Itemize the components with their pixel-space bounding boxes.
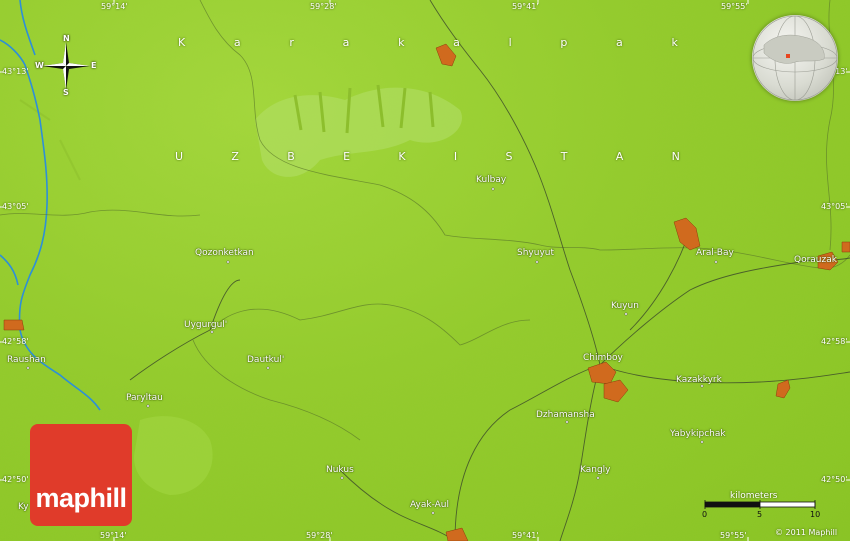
compass-north-label: N bbox=[63, 34, 70, 43]
globe-locator-icon[interactable] bbox=[752, 15, 838, 101]
place-label-paryltau[interactable]: Paryltau bbox=[126, 393, 163, 403]
region-letter: N bbox=[671, 150, 680, 163]
scale-tick-5: 5 bbox=[757, 510, 763, 519]
coord-left-3: 42°58' bbox=[2, 337, 29, 346]
region-letter: a bbox=[342, 36, 350, 49]
region-letter: k bbox=[671, 36, 678, 49]
coord-left-2: 43°05' bbox=[2, 202, 29, 211]
coord-left-1: 43°13' bbox=[2, 67, 29, 76]
town-area bbox=[3, 319, 25, 331]
scale-tick-10: 10 bbox=[810, 510, 821, 519]
region-letter: I bbox=[453, 150, 458, 163]
coord-bottom-4: 59°55' bbox=[720, 531, 747, 540]
place-label-kuyun[interactable]: Kuyun bbox=[611, 301, 639, 311]
place-label-shyuyut[interactable]: Shyuyut bbox=[517, 248, 554, 258]
region-letter: a bbox=[233, 36, 241, 49]
coord-top-1: 59°14' bbox=[101, 2, 128, 11]
place-label-raushan[interactable]: Raushan bbox=[7, 355, 46, 365]
region-letter: k bbox=[398, 36, 405, 49]
town-area bbox=[841, 241, 850, 253]
region-letter: p bbox=[560, 36, 568, 49]
place-label-qorauzak[interactable]: Qorauzak bbox=[794, 255, 837, 265]
place-label-ky[interactable]: Ky bbox=[18, 502, 29, 512]
region-letter: T bbox=[560, 150, 568, 163]
place-label-dzhamansha[interactable]: Dzhamansha bbox=[536, 410, 595, 420]
globe-graphic bbox=[752, 15, 838, 101]
maphill-logo[interactable]: maphill bbox=[30, 424, 132, 526]
place-label-kulbay[interactable]: Kulbay bbox=[476, 175, 506, 185]
compass-south-label: S bbox=[63, 88, 69, 97]
coord-right-2: 43°05' bbox=[821, 202, 848, 211]
place-label-uygurgul[interactable]: Uygurgul' bbox=[184, 320, 227, 330]
region-letter: B bbox=[287, 150, 295, 163]
region-letter: K bbox=[398, 150, 406, 163]
coord-top-3: 59°41' bbox=[512, 2, 539, 11]
region-letter: U bbox=[175, 150, 184, 163]
place-label-kangly[interactable]: Kangly bbox=[580, 465, 611, 475]
place-label-kazakkyrk[interactable]: Kazakkyrk bbox=[676, 375, 722, 385]
region-letter: l bbox=[508, 36, 512, 49]
region-letter: r bbox=[289, 36, 294, 49]
region-letter: S bbox=[505, 150, 513, 163]
coord-top-2: 59°28' bbox=[310, 2, 337, 11]
region-label-uzbekistan: UZBEKISTAN bbox=[175, 150, 680, 163]
place-label-dautkul[interactable]: Dautkul' bbox=[247, 355, 284, 365]
scale-tick-0: 0 bbox=[702, 510, 708, 519]
region-letter: a bbox=[616, 36, 623, 49]
region-letter: K bbox=[178, 36, 186, 49]
location-marker bbox=[786, 54, 790, 58]
coord-right-3: 42°58' bbox=[821, 337, 848, 346]
coord-top-4: 59°55' bbox=[721, 2, 748, 11]
logo-text: maphill bbox=[35, 483, 127, 513]
region-letter: Z bbox=[231, 150, 239, 163]
coord-left-4: 42°50' bbox=[2, 475, 29, 484]
place-label-qozonketkan[interactable]: Qozonketkan bbox=[195, 248, 254, 258]
region-letter: a bbox=[453, 36, 460, 49]
place-label-ayak-aul[interactable]: Ayak-Aul bbox=[410, 500, 449, 510]
coord-bottom-2: 59°28' bbox=[306, 531, 333, 540]
region-letter: E bbox=[343, 150, 351, 163]
copyright-notice: © 2011 Maphill bbox=[775, 528, 838, 537]
coord-bottom-3: 59°41' bbox=[512, 531, 539, 540]
coord-right-4: 42°50' bbox=[821, 475, 848, 484]
region-label-karakalpak: Ka r a k a l p a k bbox=[178, 36, 678, 49]
place-label-nukus[interactable]: Nukus bbox=[326, 465, 354, 475]
place-label-aral-bay[interactable]: Aral-Bay bbox=[696, 248, 734, 258]
compass-west-label: W bbox=[35, 61, 44, 70]
place-label-chimboy[interactable]: Chimboy bbox=[583, 353, 623, 363]
coord-bottom-1: 59°14' bbox=[100, 531, 127, 540]
place-label-yabykipchak[interactable]: Yabykipchak bbox=[670, 429, 726, 439]
region-letter: A bbox=[615, 150, 624, 163]
compass-east-label: E bbox=[91, 61, 97, 70]
scale-title: kilometers bbox=[730, 491, 778, 501]
physical-map[interactable]: Ka r a k a l p a k U Z B E K I S T A N Kulbay Qozonketkan… bbox=[0, 0, 850, 541]
